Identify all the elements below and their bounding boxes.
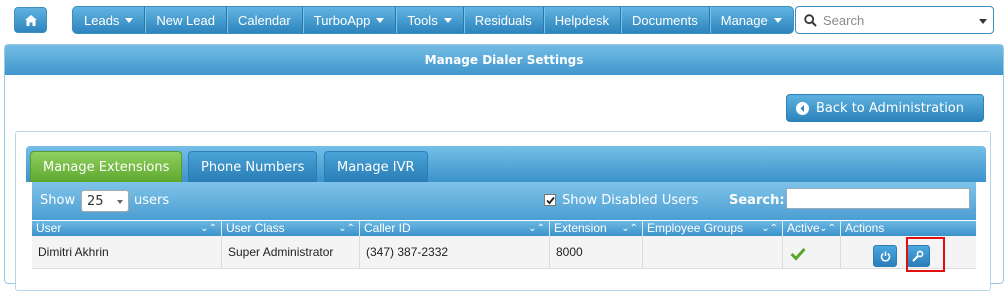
sort-icon: ⌄⌃ [528, 223, 545, 234]
arrow-left-circle-icon [796, 101, 809, 115]
cell-actions [841, 236, 976, 269]
chevron-down-icon [443, 17, 452, 23]
search-input[interactable] [823, 12, 973, 28]
sort-icon: ⌄⌃ [200, 223, 217, 234]
chevron-down-icon [376, 17, 385, 23]
menu-label: Helpdesk [554, 12, 609, 28]
menu-label: New Lead [156, 12, 215, 28]
edit-settings-button[interactable] [906, 245, 930, 267]
table-search-label: Search: [729, 193, 785, 208]
sort-icon: ⌄⌃ [338, 223, 355, 234]
power-icon [880, 251, 890, 262]
menu-label: Residuals [474, 12, 532, 28]
chevron-down-icon [773, 17, 782, 23]
table-search-input[interactable] [786, 188, 970, 209]
column-header-employee-groups[interactable]: Employee Groups ⌄⌃ [643, 221, 783, 236]
column-header-user[interactable]: User ⌄⌃ [32, 221, 222, 236]
search-icon [804, 13, 817, 27]
checkmark-icon [545, 196, 555, 204]
tab-phone-numbers[interactable]: Phone Numbers [188, 151, 318, 182]
panel-title: Manage Dialer Settings [5, 45, 1003, 75]
toggle-power-button[interactable] [873, 245, 897, 267]
home-icon [24, 14, 37, 26]
column-label: Caller ID [364, 221, 411, 235]
top-navigation-bar: Leads New Lead Calendar TurboApp Tools R… [0, 0, 1008, 40]
back-button-label: Back to Administration [816, 100, 965, 116]
menu-manage[interactable]: Manage [710, 7, 793, 33]
column-header-actions: Actions [841, 221, 976, 236]
show-disabled-checkbox[interactable] [544, 194, 556, 206]
wrench-icon [912, 250, 924, 262]
cell-active [783, 236, 841, 269]
table-row: Dimitri Akhrin Super Administrator (347)… [32, 236, 976, 269]
menu-residuals[interactable]: Residuals [464, 7, 544, 33]
cell-user: Dimitri Akhrin [32, 236, 222, 269]
sort-icon: ⌄⌃ [621, 223, 638, 234]
cell-extension: 8000 [550, 236, 643, 269]
column-label: Actions [845, 221, 885, 235]
menu-calendar[interactable]: Calendar [227, 7, 303, 33]
menu-label: Calendar [237, 12, 291, 28]
page-size-select[interactable]: 25 [81, 190, 129, 212]
tab-manage-extensions[interactable]: Manage Extensions [30, 151, 183, 182]
column-header-active[interactable]: Active ⌄⌃ [783, 221, 841, 236]
menu-label: Documents [632, 12, 698, 28]
menu-new-lead[interactable]: New Lead [145, 7, 227, 33]
table-toolbar: Show 25 users Show Disabled Users Search… [32, 182, 976, 220]
column-label: Active [787, 221, 820, 235]
column-label: User [36, 221, 62, 235]
cell-caller-id: (347) 387-2332 [360, 236, 550, 269]
back-to-administration-button[interactable]: Back to Administration [786, 94, 984, 122]
menu-label: TurboApp [313, 12, 371, 28]
menu-label: Tools [407, 12, 438, 28]
menu-helpdesk[interactable]: Helpdesk [544, 7, 621, 33]
sort-icon: ⌄⌃ [819, 223, 836, 234]
show-label: Show [40, 193, 76, 208]
chevron-down-icon[interactable] [979, 19, 987, 24]
menu-documents[interactable]: Documents [621, 7, 710, 33]
chevron-down-icon [125, 17, 134, 23]
column-label: User Class [226, 221, 285, 235]
main-menu: Leads New Lead Calendar TurboApp Tools R… [72, 6, 794, 34]
column-header-user-class[interactable]: User Class ⌄⌃ [222, 221, 360, 236]
cell-employee-groups [643, 236, 783, 269]
users-label: users [134, 193, 170, 208]
menu-label: Leads [84, 12, 120, 28]
menu-tools[interactable]: Tools [396, 7, 464, 33]
page-size-value: 25 [87, 193, 104, 209]
checkmark-icon [790, 247, 806, 261]
dialer-settings-panel: Manage Dialer Settings Back to Administr… [4, 44, 1004, 291]
table-header: User ⌄⌃ User Class ⌄⌃ Caller ID ⌄⌃ Extensio… [32, 221, 976, 236]
home-button[interactable] [14, 7, 47, 33]
tab-strip: Manage Extensions Phone Numbers Manage I… [26, 146, 986, 182]
show-disabled-label: Show Disabled Users [562, 193, 699, 208]
column-header-extension[interactable]: Extension ⌄⌃ [550, 221, 643, 236]
menu-turboapp[interactable]: TurboApp [303, 7, 397, 33]
global-search[interactable] [795, 6, 994, 34]
cell-user-class: Super Administrator [222, 236, 360, 269]
extensions-container: Manage Extensions Phone Numbers Manage I… [15, 131, 991, 291]
sort-icon: ⌄⌃ [761, 223, 778, 234]
tab-manage-ivr[interactable]: Manage IVR [324, 151, 428, 182]
column-label: Employee Groups [647, 221, 744, 235]
chevron-down-icon [117, 200, 123, 204]
column-header-caller-id[interactable]: Caller ID ⌄⌃ [360, 221, 550, 236]
menu-label: Manage [720, 12, 768, 28]
column-label: Extension [554, 221, 607, 235]
menu-leads[interactable]: Leads [73, 7, 146, 33]
